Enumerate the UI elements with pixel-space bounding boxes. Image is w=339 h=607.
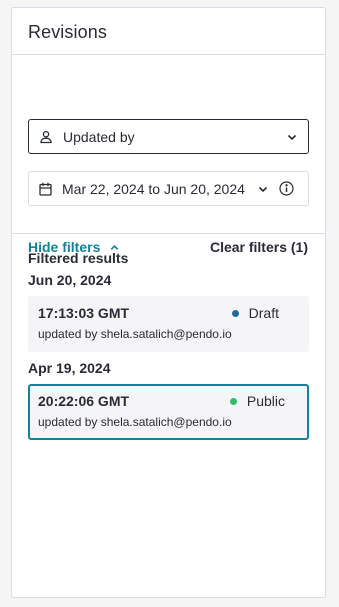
- updated-by-select[interactable]: Updated by: [28, 119, 309, 154]
- status-label: Draft: [248, 305, 279, 321]
- date-group-label: Jun 20, 2024: [28, 272, 112, 288]
- date-range-label: Mar 22, 2024 to Jun 20, 2024: [62, 180, 245, 197]
- calendar-icon: [39, 182, 52, 196]
- revision-author: updated by shela.satalich@pendo.io: [38, 415, 232, 429]
- status-dot: [231, 309, 239, 317]
- revision-card-draft[interactable]: 17:13:03 GMT Draft updated by shela.sata…: [28, 296, 309, 352]
- panel-title: Revisions: [28, 22, 107, 42]
- status-label: Public: [246, 393, 285, 409]
- filters-section: Updated by Mar 22, 2024 to Jun 20, 2024: [12, 55, 325, 255]
- status-dot: [229, 397, 237, 405]
- chevron-down-icon: [257, 183, 269, 195]
- date-range-picker[interactable]: Mar 22, 2024 to Jun 20, 2024: [28, 171, 309, 206]
- results-heading: Filtered results: [28, 250, 129, 266]
- status-badge: Draft: [231, 305, 279, 321]
- revisions-panel: Revisions Updated by Mar 22, 2024 to Jun…: [11, 7, 326, 598]
- panel-header: Revisions: [12, 8, 325, 55]
- date-group-label: Apr 19, 2024: [28, 360, 111, 376]
- revision-author: updated by shela.satalich@pendo.io: [38, 327, 232, 341]
- user-icon: [39, 130, 53, 144]
- chevron-down-icon: [286, 131, 298, 143]
- info-icon[interactable]: [279, 181, 294, 196]
- results-section: Filtered results Jun 20, 2024 17:13:03 G…: [12, 250, 325, 440]
- updated-by-label: Updated by: [63, 128, 135, 145]
- revision-card-public[interactable]: 20:22:06 GMT Public updated by shela.sat…: [28, 384, 309, 440]
- status-badge: Public: [229, 393, 285, 409]
